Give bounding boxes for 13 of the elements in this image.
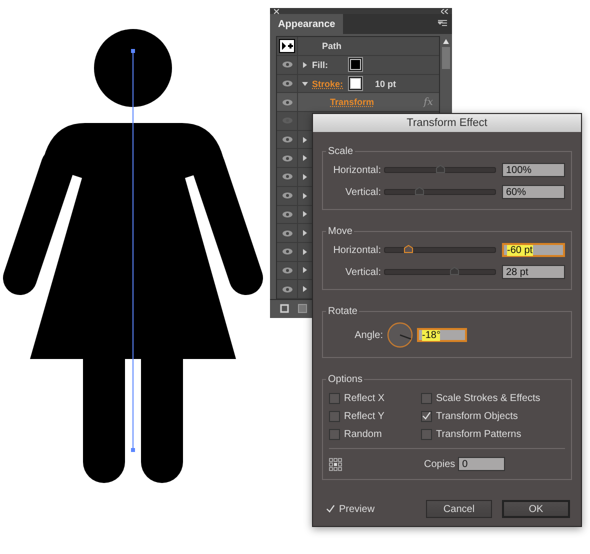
stroke-weight: 10 pt — [375, 78, 396, 89]
slider-label: Horizontal: — [332, 244, 381, 256]
dialog-title: Transform Effect — [313, 114, 581, 132]
copies-label: Copies — [424, 458, 456, 470]
group-title: Move — [327, 226, 354, 237]
object-label: Path — [322, 41, 342, 52]
slider-label: Vertical: — [344, 186, 381, 198]
slider-label: Horizontal: — [332, 164, 381, 176]
group-title: Options — [327, 374, 364, 385]
slider-label: Vertical: — [344, 266, 381, 278]
angle-label: Angle: — [354, 330, 383, 340]
group-title: Scale — [327, 146, 354, 157]
group-title: Rotate — [327, 306, 358, 317]
